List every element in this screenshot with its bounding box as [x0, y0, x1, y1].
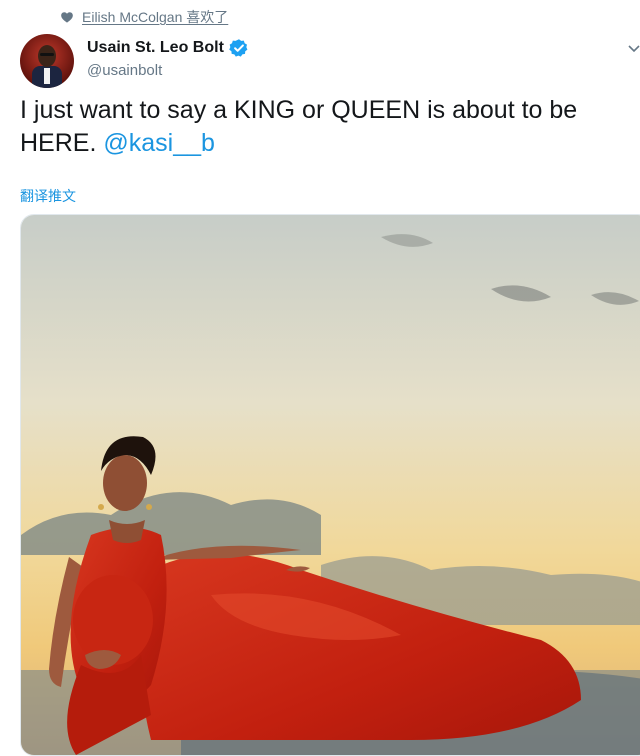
mention-link[interactable]: @kasi__b	[103, 129, 215, 157]
social-context[interactable]: Eilish McColgan 喜欢了	[60, 8, 228, 26]
translate-tweet-link[interactable]: 翻译推文	[20, 186, 76, 206]
heart-icon	[61, 12, 73, 23]
avatar[interactable]	[20, 34, 74, 88]
author-handle[interactable]: @usainbolt	[87, 62, 249, 79]
avatar-image	[20, 34, 74, 88]
verified-badge-icon	[229, 39, 248, 57]
tweet-author: Usain St. Leo Bolt @usainbolt	[87, 38, 249, 79]
author-name[interactable]: Usain St. Leo Bolt	[87, 39, 224, 57]
social-context-text[interactable]: Eilish McColgan 喜欢了	[82, 7, 228, 27]
tweet-text: I just want to say a KING or QUEEN is ab…	[20, 94, 640, 160]
chevron-down-icon[interactable]	[628, 40, 640, 56]
photo-image	[21, 215, 640, 755]
tweet-photo[interactable]	[20, 214, 640, 756]
